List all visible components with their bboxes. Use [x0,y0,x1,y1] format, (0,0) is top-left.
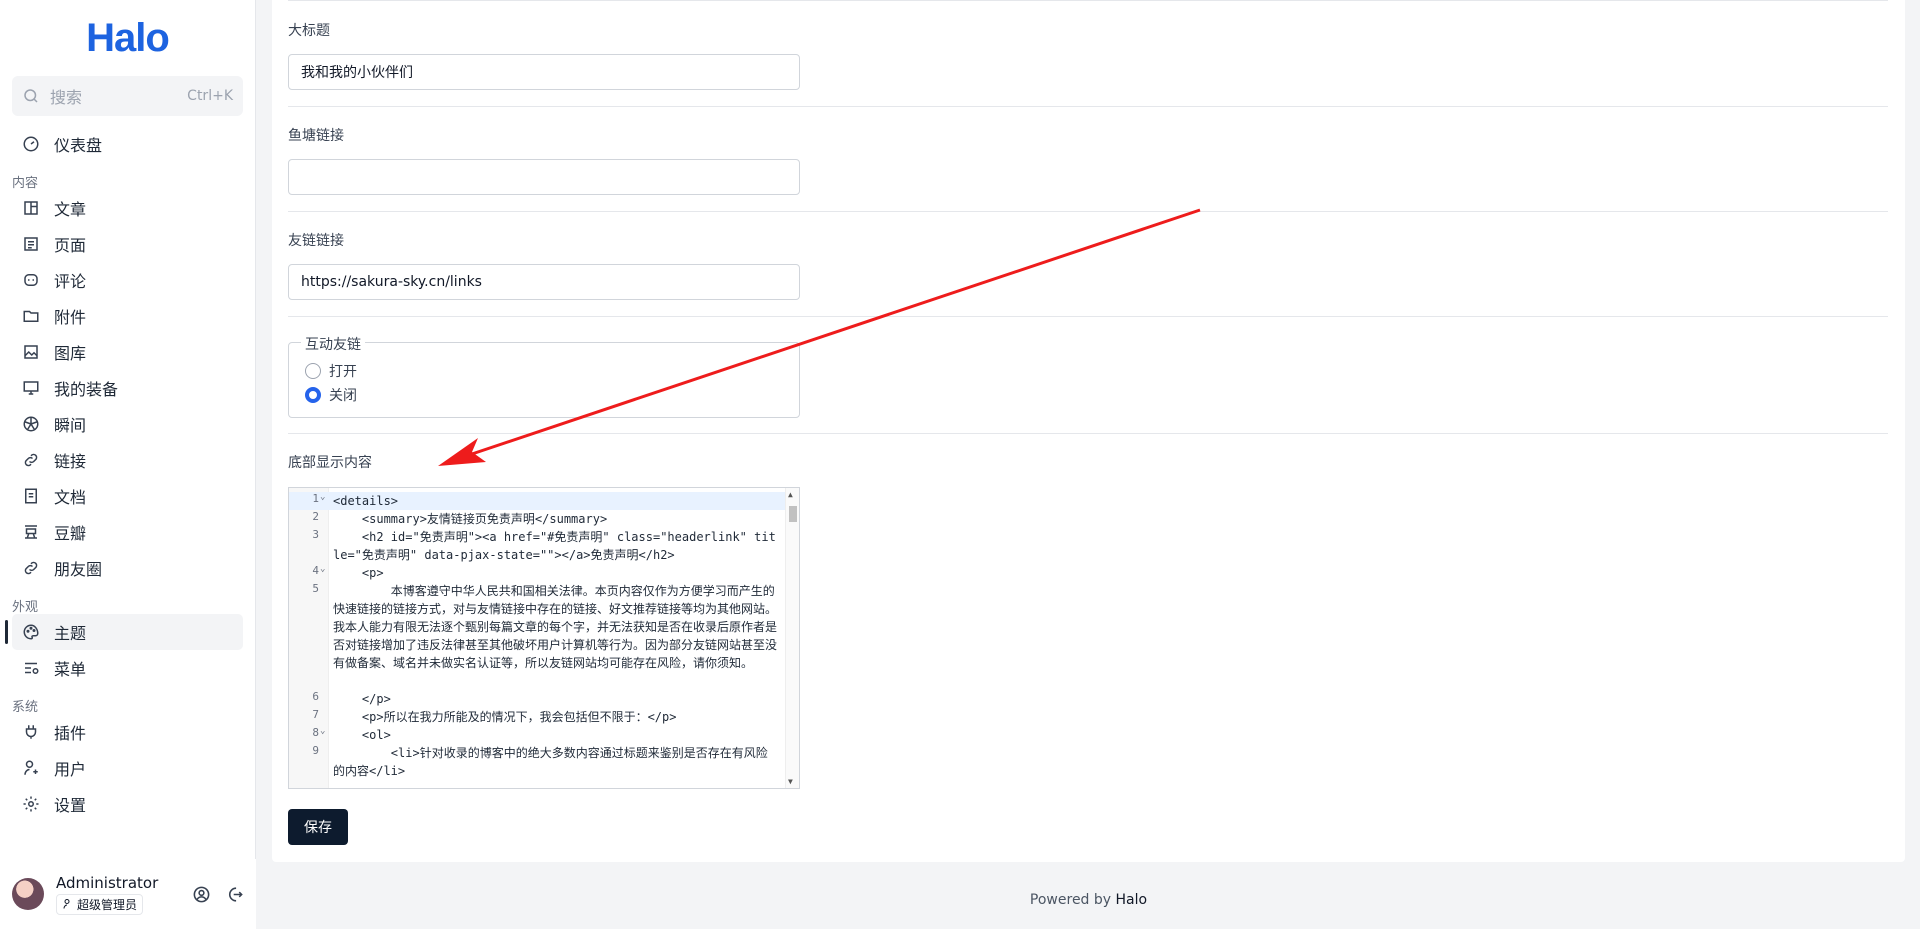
radio-close-dot[interactable] [305,387,321,403]
logout-icon[interactable] [225,885,244,904]
divider [288,433,1888,434]
sidebar-item-gallery[interactable]: 图库 [12,334,243,370]
code-line: 3 <h2 id="免责声明"><a href="#免责声明" class="h… [312,528,776,562]
profile-icon[interactable] [192,885,211,904]
scroll-down-icon[interactable]: ▼ [788,777,793,786]
code-line: 1 ⌄ <details> [289,492,785,510]
plug-icon [22,723,40,741]
sidebar-item-moments[interactable]: 瞬间 [12,406,243,442]
editor-scrollbar[interactable]: ▲ ▼ [785,488,799,788]
user-name: Administrator [56,873,159,892]
code-line: 6 </p> [312,690,391,706]
sidebar-item-users[interactable]: 用户 [12,750,243,786]
sidebar-item-friends[interactable]: 朋友圈 [12,550,243,586]
douban-icon [22,523,40,541]
fold-icon[interactable]: ⌄ [320,726,325,736]
code-line: 4 ⌄ <p> [312,564,384,580]
search-icon [24,89,38,103]
page-icon [22,235,40,253]
nav-group-content: 内容 [12,176,39,191]
friendlink-input[interactable] [288,264,800,300]
search-placeholder: 搜索 [50,88,83,107]
divider [288,211,1888,212]
radio-open-dot[interactable] [305,363,321,379]
powered-by-footer: Powered by Halo [1029,892,1148,908]
link-chain-icon [22,559,40,577]
comment-icon [22,271,40,289]
book-icon [22,199,40,217]
theme-settings-card: 大标题 鱼塘链接 友链链接 互动友链 打开 关闭 底部显示 [272,0,1905,862]
fishpond-input[interactable] [288,159,800,195]
link-icon [22,451,40,469]
fold-icon[interactable]: ⌄ [320,492,325,502]
avatar[interactable] [12,878,44,910]
nav-group-appearance: 外观 [12,600,39,615]
fishpond-label: 鱼塘链接 [288,128,344,144]
field-friendlink: 友链链接 [288,230,1888,300]
field-footer-content: 底部显示内容 [288,452,1888,472]
gear-icon [22,795,40,813]
aperture-icon [22,415,40,433]
sidebar-item-settings[interactable]: 设置 [12,786,243,822]
sidebar-item-attachments[interactable]: 附件 [12,298,243,334]
search-shortcut: Ctrl+K [187,88,233,104]
radio-close[interactable]: 关闭 [305,385,357,405]
mutual-legend: 互动友链 [301,334,365,354]
code-line: 8 ⌄ <ol> [312,726,391,742]
title-input[interactable] [288,54,800,90]
sidebar-item-links[interactable]: 链接 [12,442,243,478]
sidebar-nav: 仪表盘 内容 文章 页面 评论 附件 图库 我的装备 瞬间 链接 文档 豆瓣 朋… [0,116,255,822]
sidebar-item-pages[interactable]: 页面 [12,226,243,262]
user-icon [63,899,70,909]
sidebar-item-plugins[interactable]: 插件 [12,714,243,750]
sidebar-item-posts[interactable]: 文章 [12,190,243,226]
sidebar-item-douban[interactable]: 豆瓣 [12,514,243,550]
sidebar-item-equipment[interactable]: 我的装备 [12,370,243,406]
sidebar-item-dashboard[interactable]: 仪表盘 [12,126,243,162]
palette-icon [22,623,40,641]
mutual-friendlink-group: 互动友链 打开 关闭 [288,334,800,418]
scroll-up-icon[interactable]: ▲ [788,490,793,499]
user-key-icon [22,759,40,777]
monitor-icon [22,379,40,397]
fold-icon[interactable]: ⌄ [320,564,325,574]
search-box[interactable]: 搜索 Ctrl+K [12,76,243,116]
sidebar-item-docs[interactable]: 文档 [12,478,243,514]
halo-link[interactable]: Halo [1116,892,1148,908]
field-fishpond: 鱼塘链接 [288,125,1888,195]
code-editor[interactable]: 1 ⌄ <details> 2 <summary>友情链接页免责声明</summa… [288,487,800,789]
image-icon [22,343,40,361]
title-label: 大标题 [288,23,330,39]
code-line: 2 <summary>友情链接页免责声明</summary> [312,510,608,526]
sidebar-item-menus[interactable]: 菜单 [12,650,243,686]
code-line: 5 本博客遵守中华人民共和国相关法律。本页内容仅作为方便学习而产生的快速链接的链… [312,582,778,670]
document-icon [22,487,40,505]
save-button[interactable]: 保存 [288,809,348,845]
sidebar-item-comments[interactable]: 评论 [12,262,243,298]
code-line: 9 <li>针对收录的博客中的绝大多数内容通过标题来鉴别是否存在有风险的内容</… [312,744,768,778]
role-badge: 超级管理员 [56,893,144,915]
dashboard-icon [22,135,40,153]
main-content: 大标题 鱼塘链接 友链链接 互动友链 打开 关闭 底部显示 [257,0,1920,929]
friendlink-label: 友链链接 [288,233,344,249]
field-title: 大标题 [288,20,1888,90]
sidebar-item-themes[interactable]: 主题 [5,614,243,650]
divider [288,316,1888,317]
radio-open[interactable]: 打开 [305,361,357,381]
scrollbar-thumb[interactable] [789,506,797,522]
halo-logo[interactable]: Halo [0,0,255,76]
sidebar: Halo 搜索 Ctrl+K 仪表盘 内容 文章 页面 评论 附件 图库 我的装… [0,0,256,929]
code-line: 7 <p>所以在我力所能及的情况下，我会包括但不限于：</p> [312,708,677,724]
divider [288,106,1888,107]
menu-settings-icon [22,659,40,677]
footer-content-label: 底部显示内容 [288,455,372,471]
user-panel: Administrator 超级管理员 [0,859,256,929]
nav-group-system: 系统 [12,700,39,715]
divider [288,0,1888,1]
folder-icon [22,307,40,325]
